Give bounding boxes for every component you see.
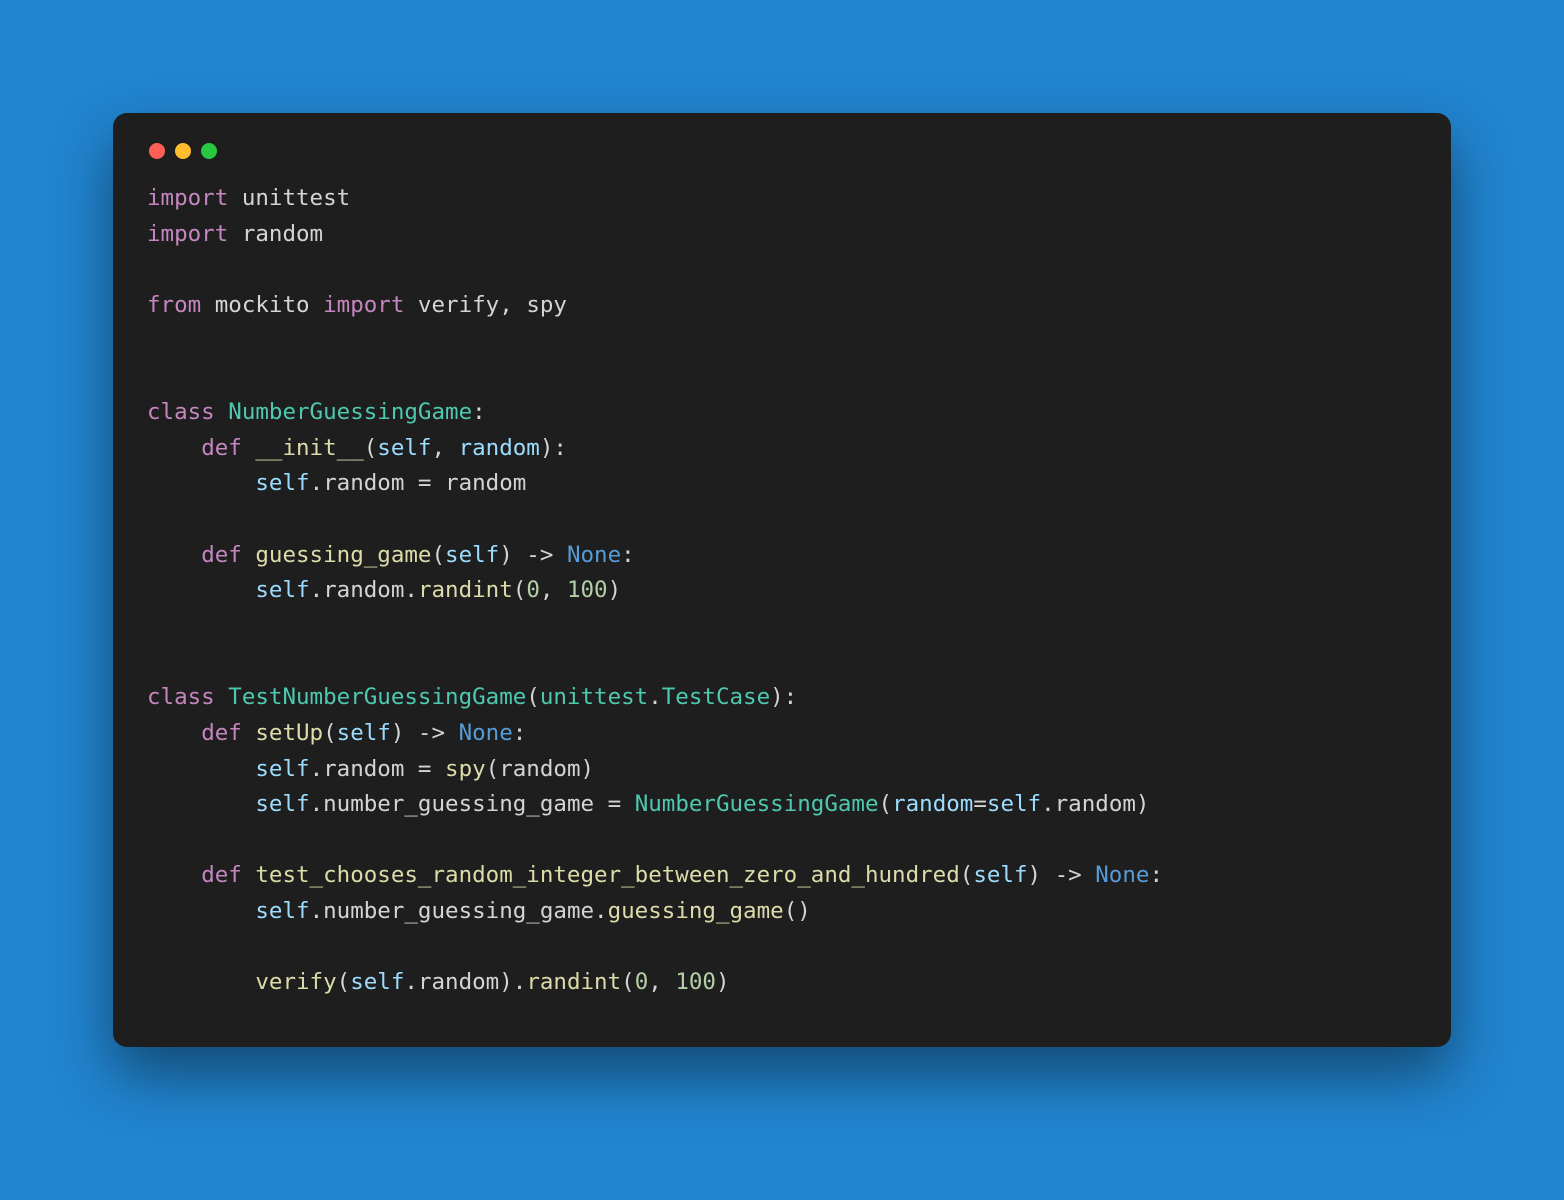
close-icon[interactable]: [149, 143, 165, 159]
code-block: import unittest import random from mocki…: [147, 181, 1417, 1001]
minimize-icon[interactable]: [175, 143, 191, 159]
page-background: import unittest import random from mocki…: [0, 0, 1564, 1200]
code-window: import unittest import random from mocki…: [113, 113, 1451, 1047]
maximize-icon[interactable]: [201, 143, 217, 159]
window-controls: [147, 137, 1417, 181]
